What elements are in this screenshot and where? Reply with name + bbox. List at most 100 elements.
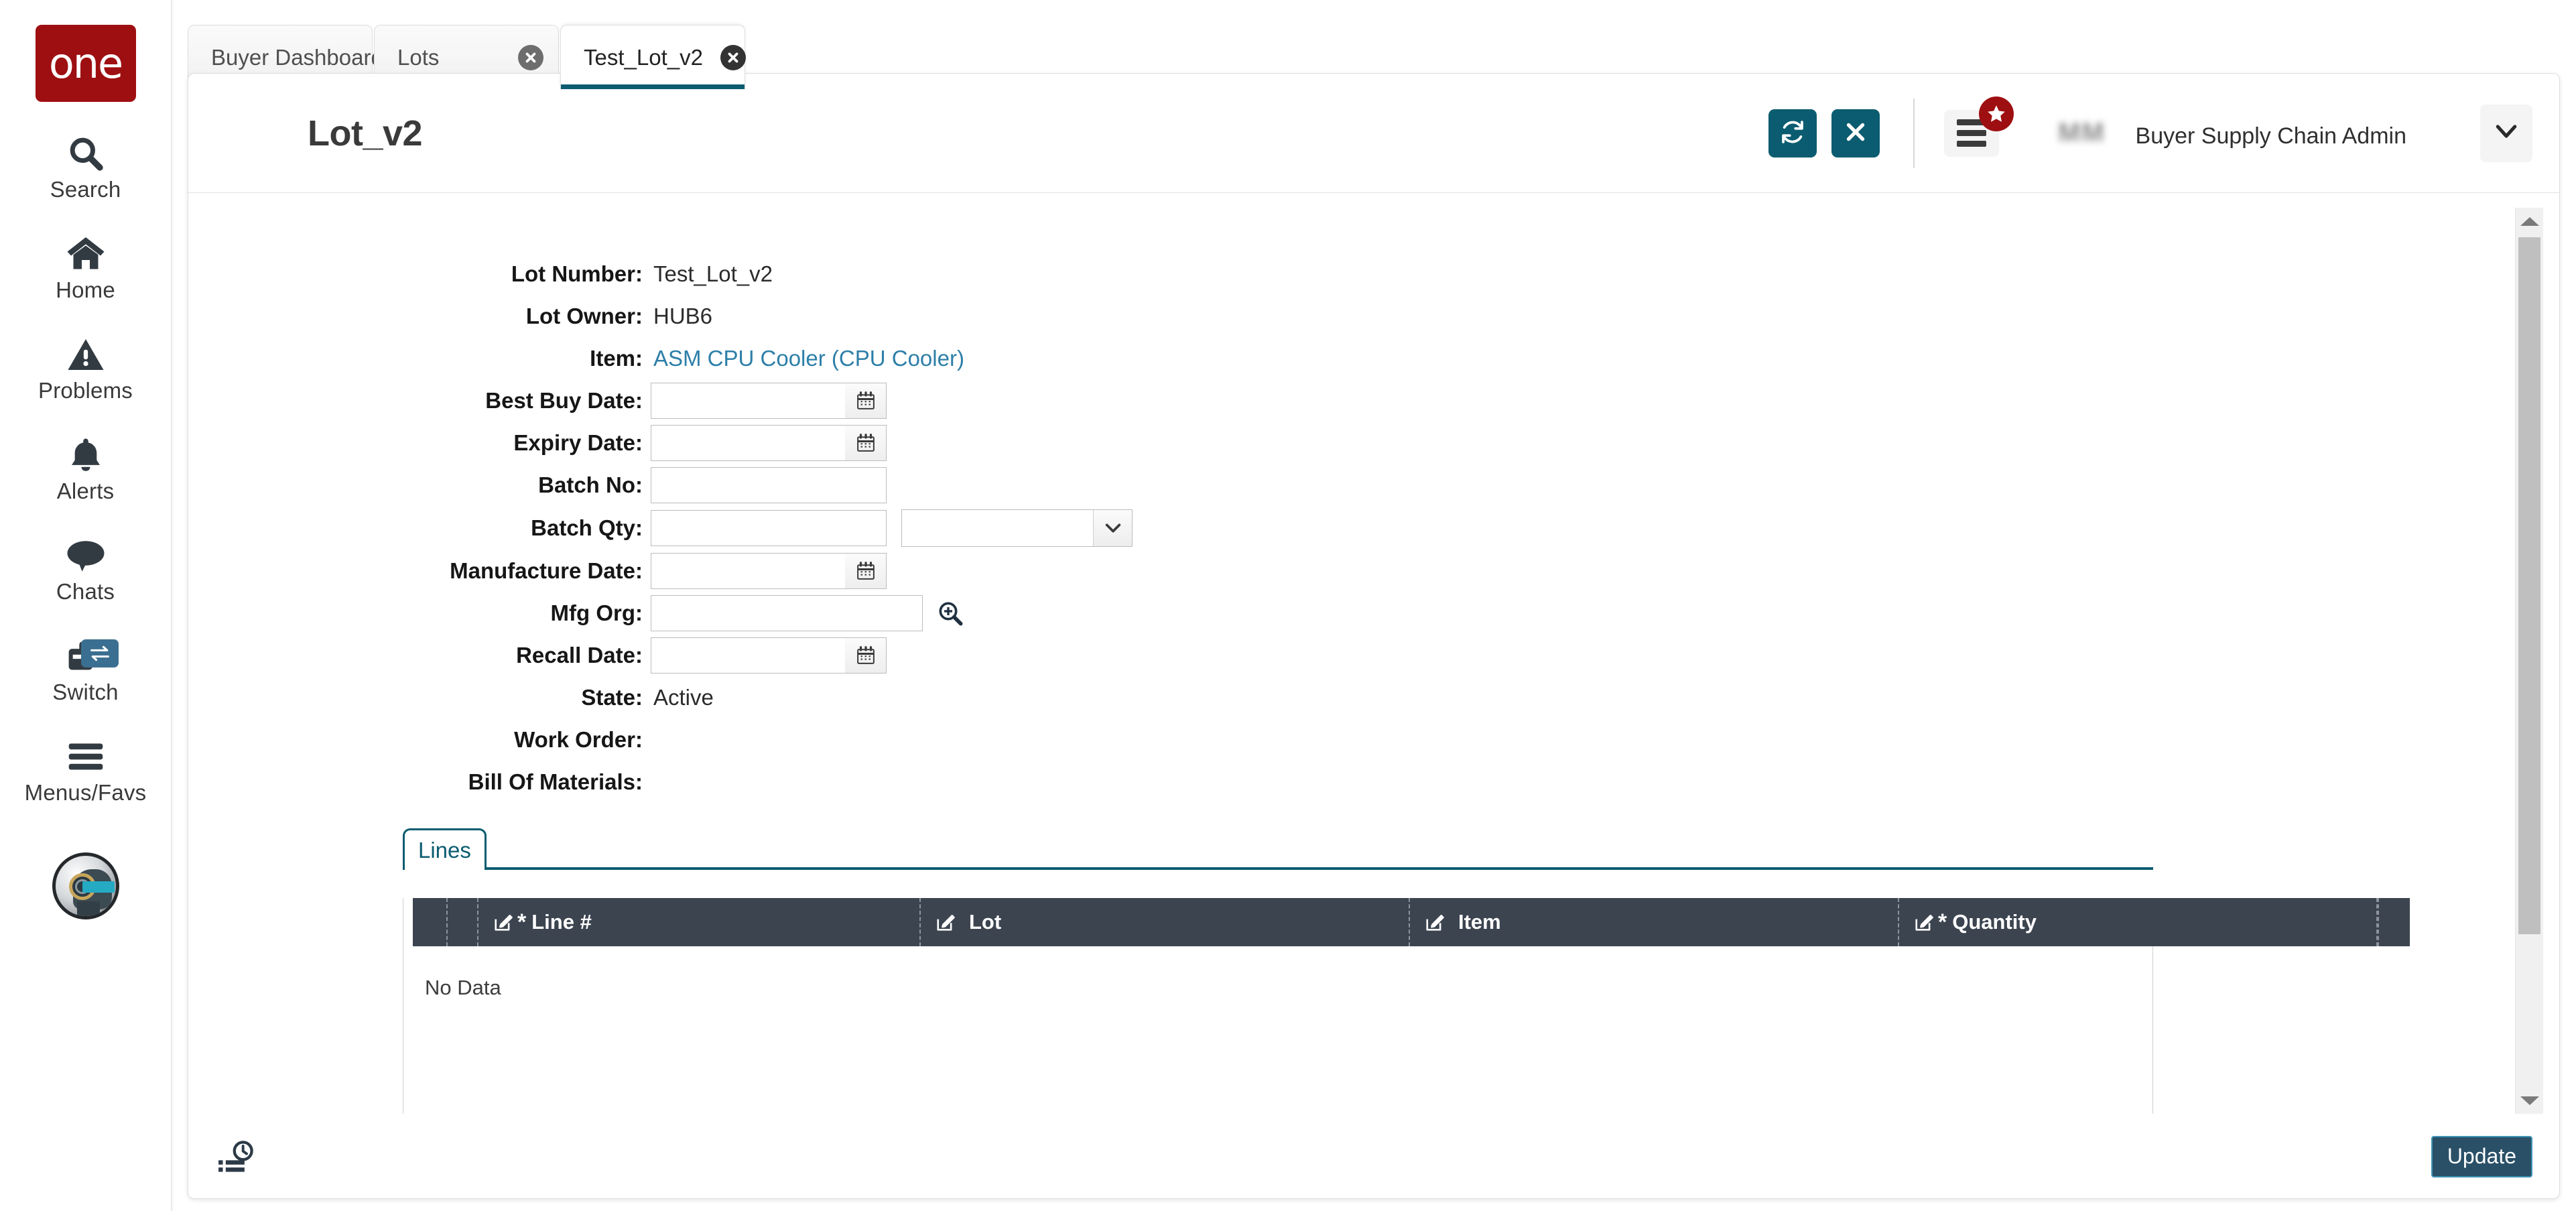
edit-pencil-icon [936, 912, 956, 932]
content-vertical-scrollbar[interactable] [2515, 208, 2543, 1114]
avatar-neck-shape [76, 901, 100, 916]
search-plus-icon[interactable] [935, 598, 966, 629]
mfg-org-input[interactable] [651, 595, 923, 631]
header-rule [188, 192, 2559, 193]
field-row-state: State: Active [188, 680, 2515, 716]
column-header-line-number[interactable]: * Line # [478, 898, 921, 946]
field-label: Work Order: [514, 727, 643, 752]
left-nav-rail: one Search Home Problems Alerts Chats Sw… [0, 0, 172, 1211]
refresh-button[interactable] [1768, 109, 1817, 157]
batch-no-input[interactable] [651, 467, 887, 503]
sidebar-item-label: Home [56, 277, 115, 302]
best-buy-date-input[interactable] [651, 383, 845, 419]
field-label: Expiry Date: [513, 430, 643, 455]
brand-logo-text: one [48, 38, 123, 88]
home-icon [64, 233, 108, 275]
lot-owner-value: HUB6 [653, 304, 713, 328]
content-scroll-area: Lot Number: Test_Lot_v2 Lot Owner: HUB6 … [188, 208, 2515, 1114]
sidebar-item-label: Menus/Favs [24, 780, 147, 805]
sidebar-item-label: Switch [52, 680, 119, 704]
swap-arrows-icon[interactable] [81, 639, 119, 667]
sidebar-item-label: Problems [38, 378, 133, 403]
field-label: Item: [590, 346, 643, 371]
page-title: Lot_v2 [308, 113, 423, 153]
main-region: Buyer Dashboard Lots Test_Lot_v2 Lot_v2 … [172, 0, 2576, 1211]
batch-qty-uom-select[interactable] [901, 509, 1133, 547]
item-link[interactable]: ASM CPU Cooler (CPU Cooler) [651, 346, 964, 371]
close-button[interactable] [1831, 109, 1880, 157]
calendar-icon[interactable] [845, 383, 887, 419]
calendar-icon[interactable] [845, 553, 887, 589]
robot-avatar-icon[interactable] [52, 852, 119, 919]
history-list-icon[interactable] [218, 1139, 255, 1174]
update-button[interactable]: Update [2431, 1135, 2532, 1177]
user-text-block: Buyer Supply Chain Admin [2136, 97, 2406, 170]
section-tab-underline [403, 867, 2153, 870]
column-header-quantity[interactable]: * Quantity [1899, 898, 2378, 946]
field-label: Bill Of Materials: [468, 769, 643, 794]
field-row-recall-date: Recall Date: [188, 637, 2515, 674]
browser-tab-label: Test_Lot_v2 [584, 44, 703, 70]
browser-tab-label: Lots [397, 44, 440, 70]
field-row-mfg-org: Mfg Org: [188, 595, 2515, 631]
edit-pencil-icon [1914, 912, 1934, 932]
field-label: State: [581, 685, 643, 710]
calendar-icon[interactable] [845, 637, 887, 674]
chat-bubble-icon [64, 535, 108, 576]
scroll-down-arrow-icon[interactable] [2516, 1087, 2543, 1114]
app-header: Lot_v2 MM Buyer Supply Chain Admin [188, 74, 2559, 192]
close-x-icon [1844, 120, 1868, 146]
field-row-expiry-date: Expiry Date: [188, 425, 2515, 461]
batch-qty-input[interactable] [651, 510, 887, 546]
field-row-manufacture-date: Manufacture Date: [188, 553, 2515, 589]
lot-number-value: Test_Lot_v2 [653, 261, 773, 286]
user-profile[interactable]: MM Buyer Supply Chain Admin [2051, 97, 2406, 170]
sidebar-item-alerts[interactable]: Alerts [0, 434, 171, 504]
field-row-best-buy-date: Best Buy Date: [188, 383, 2515, 419]
column-header-lot[interactable]: Lot [921, 898, 1410, 946]
scrollbar-thumb[interactable] [2518, 237, 2540, 934]
star-icon [1978, 96, 2014, 131]
edit-pencil-icon [1425, 912, 1445, 932]
brand-logo[interactable]: one [35, 25, 136, 102]
recall-date-input[interactable] [651, 637, 845, 674]
bell-icon [64, 434, 108, 476]
sidebar-item-problems[interactable]: Problems [0, 334, 171, 403]
scroll-up-arrow-icon[interactable] [2516, 208, 2543, 235]
required-marker: * [1938, 909, 1947, 935]
hamburger-icon [64, 736, 108, 777]
user-menu-button[interactable] [2480, 104, 2532, 162]
user-role: Buyer Supply Chain Admin [2135, 123, 2406, 149]
sidebar-item-search[interactable]: Search [0, 133, 171, 202]
search-icon [64, 133, 108, 174]
column-header-item[interactable]: Item [1410, 898, 1899, 946]
field-row-bill-of-materials: Bill Of Materials: [188, 764, 2515, 800]
content-panel: Lot Number: Test_Lot_v2 Lot Owner: HUB6 … [188, 208, 2543, 1114]
chevron-down-icon [1093, 510, 1132, 546]
calendar-icon[interactable] [845, 425, 887, 461]
field-label: Mfg Org: [550, 600, 643, 625]
grid-end-column [2378, 898, 2410, 946]
grid-expand-column [448, 898, 478, 946]
browser-tab-test-lot-v2[interactable]: Test_Lot_v2 [560, 25, 746, 89]
field-label: Batch No: [538, 472, 643, 497]
app-footer: Update [188, 1114, 2559, 1198]
lot-details-form: Lot Number: Test_Lot_v2 Lot Owner: HUB6 … [188, 256, 2515, 800]
field-label: Lot Owner: [525, 304, 643, 328]
tab-lines[interactable]: Lines [403, 828, 487, 870]
expiry-date-input[interactable] [651, 425, 845, 461]
sidebar-item-switch[interactable]: Switch [0, 635, 171, 705]
sidebar-item-home[interactable]: Home [0, 233, 171, 303]
close-circle-icon[interactable] [720, 44, 746, 70]
close-circle-icon[interactable] [518, 44, 543, 70]
manufacture-date-input[interactable] [651, 553, 845, 589]
field-row-batch-qty: Batch Qty: [188, 509, 2515, 547]
sidebar-item-menus-favs[interactable]: Menus/Favs [0, 736, 171, 806]
column-header-label: Line # [531, 910, 592, 934]
sidebar-item-chats[interactable]: Chats [0, 535, 171, 604]
menus-favorites-button[interactable] [1943, 96, 2014, 157]
user-name [2136, 97, 2406, 120]
field-label: Best Buy Date: [485, 388, 643, 413]
field-label: Batch Qty: [531, 515, 643, 540]
column-header-label: Lot [969, 910, 1002, 934]
